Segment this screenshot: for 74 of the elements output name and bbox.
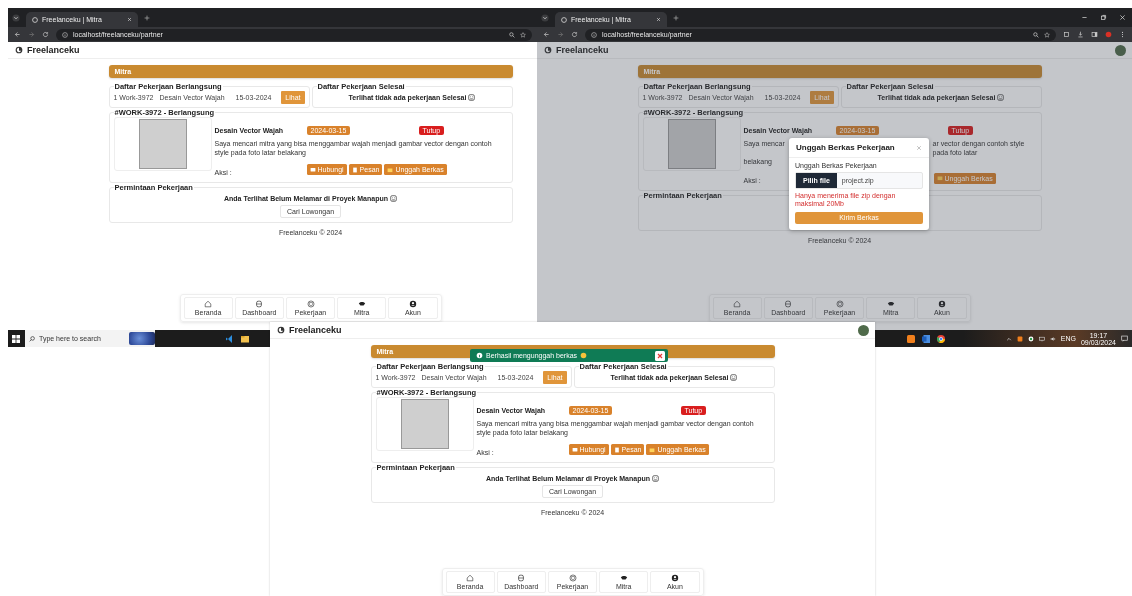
note-icon <box>351 166 358 173</box>
restore-icon[interactable] <box>1100 14 1107 21</box>
tab-list-icon[interactable] <box>12 13 20 22</box>
sidebar-icon[interactable] <box>1091 31 1098 38</box>
clipboard-icon <box>835 300 844 308</box>
folder-icon <box>387 166 394 173</box>
home-icon <box>204 300 213 308</box>
back-arrow-icon[interactable] <box>543 31 550 38</box>
reload-icon[interactable] <box>571 31 578 38</box>
menu-icon[interactable] <box>1119 31 1126 38</box>
new-tab-icon[interactable] <box>144 14 150 21</box>
emoji-icon <box>390 194 397 202</box>
zoom-icon[interactable] <box>1033 31 1039 38</box>
notification-icon[interactable] <box>1121 335 1128 342</box>
download-icon[interactable] <box>1077 31 1084 38</box>
photo-placeholder <box>400 399 449 449</box>
user-icon <box>408 300 417 308</box>
dashboard-icon <box>784 300 793 308</box>
zoom-icon[interactable] <box>509 31 515 38</box>
emoji-icon <box>580 352 588 359</box>
chat-icon <box>571 446 578 453</box>
back-arrow-icon[interactable] <box>14 31 21 38</box>
clipboard-icon <box>568 574 577 582</box>
app-icon[interactable] <box>905 333 916 344</box>
user-icon <box>670 574 679 582</box>
dashboard-icon <box>255 300 264 308</box>
search-icon <box>29 335 35 342</box>
logo-icon[interactable] <box>544 46 552 54</box>
home-icon <box>733 300 742 308</box>
extensions-icon[interactable] <box>1063 31 1070 38</box>
brand-name[interactable]: Freelanceku <box>556 45 609 55</box>
avatar[interactable] <box>1115 44 1126 56</box>
logo-icon[interactable] <box>15 46 23 54</box>
favicon-icon <box>32 16 38 23</box>
browser-app-icon[interactable] <box>935 333 946 344</box>
site-info-icon <box>62 31 68 38</box>
caret-up-icon[interactable] <box>1005 335 1012 342</box>
dashboard-icon <box>517 574 526 582</box>
clipboard-icon <box>306 300 315 308</box>
user-icon <box>937 300 946 308</box>
new-tab-icon[interactable] <box>673 14 679 21</box>
photo-placeholder <box>667 119 716 169</box>
home-icon <box>466 574 475 582</box>
windows-logo-icon[interactable] <box>12 334 20 343</box>
code-editor-icon[interactable] <box>225 333 235 344</box>
note-icon <box>613 446 620 453</box>
search-highlight-image <box>129 332 155 345</box>
star-icon[interactable] <box>1044 31 1050 38</box>
document-app-icon[interactable] <box>920 333 931 344</box>
info-icon <box>476 352 483 359</box>
minimize-icon[interactable] <box>1081 14 1088 21</box>
dialog-title: Unggah Berkas Pekerjaan <box>796 143 895 152</box>
brand-name[interactable]: Freelanceku <box>289 325 342 335</box>
emoji-icon <box>730 374 738 381</box>
favicon-icon <box>561 16 567 23</box>
emoji-icon <box>997 94 1005 101</box>
avatar[interactable] <box>858 324 869 336</box>
speaker-icon[interactable] <box>1049 335 1056 342</box>
site-info-icon <box>591 31 597 38</box>
close-icon[interactable] <box>655 350 665 361</box>
chat-icon <box>309 166 316 173</box>
star-icon[interactable] <box>520 31 526 38</box>
folder-icon <box>649 446 656 453</box>
tab-list-icon[interactable] <box>541 13 549 22</box>
reload-icon[interactable] <box>42 31 49 38</box>
folder-icon <box>936 175 943 182</box>
brand-name[interactable]: Freelanceku <box>27 45 80 55</box>
emoji-icon <box>468 94 476 101</box>
photo-placeholder <box>138 119 187 169</box>
network-icon[interactable] <box>1038 335 1045 342</box>
folder-icon[interactable] <box>240 333 250 344</box>
emoji-icon <box>652 474 659 482</box>
logo-icon[interactable] <box>277 326 285 334</box>
profile-icon[interactable] <box>1105 31 1112 38</box>
